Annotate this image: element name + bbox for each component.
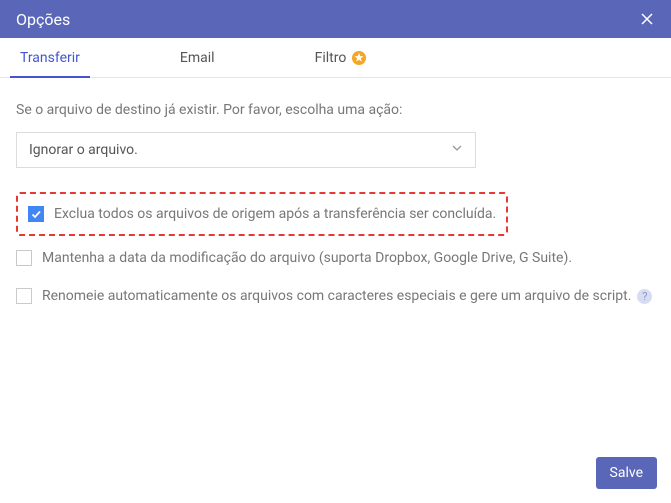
action-select[interactable]: Ignorar o arquivo.	[16, 132, 476, 168]
tab-label: Email	[180, 50, 215, 66]
tab-label: Filtro	[315, 50, 347, 66]
select-label: Se o arquivo de destino já existir. Por …	[16, 102, 655, 118]
dialog-header: Opções	[0, 0, 671, 38]
checkbox-keep-date[interactable]	[16, 250, 32, 266]
option-label: Mantenha a data da modificação do arquiv…	[42, 250, 572, 266]
content: Se o arquivo de destino já existir. Por …	[0, 78, 671, 342]
option-row: Exclua todos os arquivos de origem após …	[28, 206, 496, 222]
option-label: Renomeie automaticamente os arquivos com…	[42, 288, 631, 304]
close-icon[interactable]	[639, 11, 655, 27]
dialog-title: Opções	[16, 10, 70, 29]
tab-label: Transferir	[20, 50, 80, 66]
tab-filtro[interactable]: Filtro	[305, 38, 377, 77]
chevron-down-icon	[451, 142, 463, 158]
checkbox-delete-source[interactable]	[28, 206, 44, 222]
save-button[interactable]: Salve	[596, 457, 657, 489]
tab-transferir[interactable]: Transferir	[10, 38, 90, 77]
option-row: Mantenha a data da modificação do arquiv…	[16, 250, 655, 266]
tabs: Transferir Email Filtro	[0, 38, 671, 78]
tab-email[interactable]: Email	[170, 38, 225, 77]
option-label: Exclua todos os arquivos de origem após …	[54, 206, 496, 222]
option-row: Renomeie automaticamente os arquivos com…	[16, 288, 655, 304]
help-icon[interactable]: ?	[637, 289, 652, 304]
highlighted-option: Exclua todos os arquivos de origem após …	[16, 192, 508, 236]
select-value: Ignorar o arquivo.	[29, 142, 138, 158]
star-icon	[352, 51, 366, 65]
checkbox-rename-special[interactable]	[16, 288, 32, 304]
